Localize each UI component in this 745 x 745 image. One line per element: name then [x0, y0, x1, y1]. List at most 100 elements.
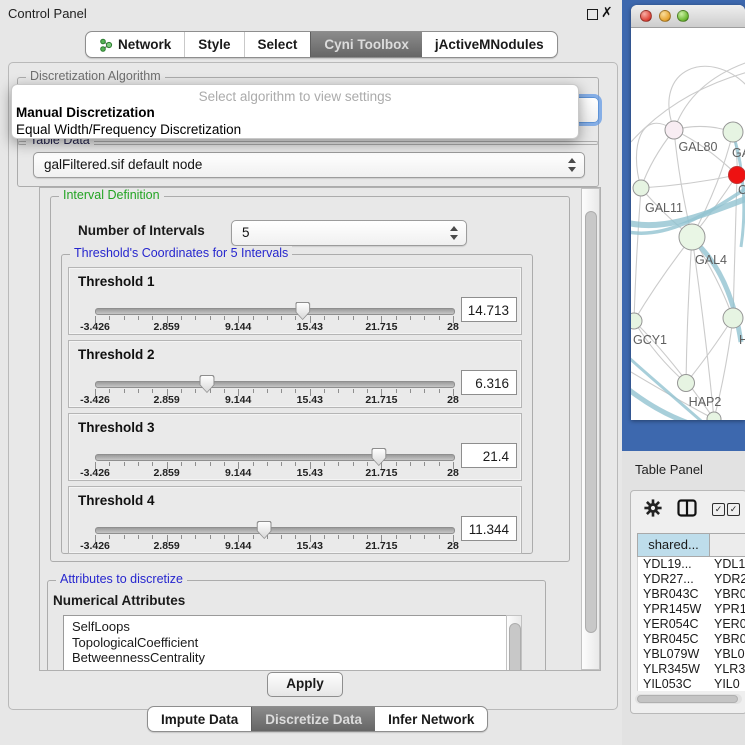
- group-title: Threshold's Coordinates for 5 Intervals: [70, 246, 292, 260]
- cell[interactable]: YPR1: [711, 602, 745, 617]
- scrollbar-thumb[interactable]: [585, 211, 597, 633]
- attributes-listbox[interactable]: SelfLoops TopologicalCoefficient Between…: [63, 615, 515, 671]
- threshold-value-field[interactable]: 21.4: [461, 443, 517, 468]
- close-traffic-light-icon[interactable]: [640, 10, 652, 22]
- cell[interactable]: YBL079W: [638, 647, 711, 662]
- table-row[interactable]: YLR345WYLR3: [638, 662, 745, 677]
- tick-mark: [253, 535, 254, 539]
- apply-button[interactable]: Apply: [267, 672, 343, 697]
- node-partial-top[interactable]: [723, 122, 743, 142]
- tab-label: Discretize Data: [265, 712, 362, 727]
- node-gal4[interactable]: [679, 224, 705, 250]
- dropdown-option-manual-discretization[interactable]: Manual Discretization: [12, 104, 578, 121]
- scrollbar-thumb[interactable]: [637, 695, 738, 703]
- threshold-slider[interactable]: [95, 527, 455, 534]
- float-window-icon[interactable]: [587, 9, 598, 20]
- tab-jactivemnodules[interactable]: jActiveMNodules: [422, 32, 557, 57]
- node-hap2[interactable]: [678, 375, 695, 392]
- cell[interactable]: YPR145W: [638, 602, 711, 617]
- zoom-traffic-light-icon[interactable]: [677, 10, 689, 22]
- tab-label: Network: [118, 37, 171, 52]
- table-row[interactable]: YPR145WYPR1: [638, 602, 745, 617]
- table-row[interactable]: YBR043CYBR0: [638, 587, 745, 602]
- scrollbar-thumb[interactable]: [509, 623, 521, 671]
- slider-tick-label: 2.859: [153, 540, 179, 552]
- cell[interactable]: YBL0: [711, 647, 745, 662]
- cell[interactable]: YDL1: [711, 557, 745, 572]
- node-highlighted-red[interactable]: [729, 167, 745, 184]
- cell[interactable]: YLR3: [711, 662, 745, 677]
- tab-style[interactable]: Style: [184, 32, 243, 57]
- table-row[interactable]: YBR045CYBR0: [638, 632, 745, 647]
- tick-mark: [396, 389, 397, 393]
- cell[interactable]: YIL053C: [638, 677, 711, 691]
- list-item[interactable]: BetweennessCentrality: [72, 650, 514, 666]
- tick-mark: [152, 462, 153, 466]
- tab-cyni-toolbox[interactable]: Cyni Toolbox: [310, 32, 422, 57]
- list-item[interactable]: TopologicalCoefficient: [72, 635, 514, 651]
- cyni-toolbox-panel: Discretization Algorithm Select algorith…: [8, 62, 618, 710]
- table-row[interactable]: YDL19...YDL1: [638, 557, 745, 572]
- table-data-combobox[interactable]: galFiltered.sif default node: [33, 152, 585, 178]
- number-of-intervals-combobox[interactable]: 5: [231, 220, 467, 246]
- table-row[interactable]: YDR27...YDR2: [638, 572, 745, 587]
- list-scrollbar[interactable]: [506, 615, 522, 671]
- table-horizontal-scrollbar[interactable]: [635, 694, 742, 704]
- threshold-slider[interactable]: [95, 381, 455, 388]
- cell[interactable]: YBR0: [711, 587, 745, 602]
- column-header-name[interactable]: na: [709, 533, 745, 557]
- column-header-shared-name[interactable]: shared...: [637, 533, 710, 557]
- control-panel-tabbar: Network Style Select Cyni Toolbox jActiv…: [85, 31, 558, 58]
- network-canvas[interactable]: GAL80 GA C GAL11 GAL4 GCY1 H HAP2: [631, 27, 745, 420]
- network-view-window[interactable]: GAL80 GA C GAL11 GAL4 GCY1 H HAP2: [631, 5, 745, 420]
- gear-icon[interactable]: [643, 498, 663, 518]
- node-gal80[interactable]: [665, 121, 683, 139]
- threshold-label: Threshold 4: [78, 493, 155, 508]
- tab-select[interactable]: Select: [244, 32, 311, 57]
- node-bottom-partial[interactable]: [707, 412, 721, 420]
- slider-tick-label: 9.144: [225, 540, 251, 552]
- threshold-value-field[interactable]: 6.316: [461, 370, 517, 395]
- checkbox-icon[interactable]: ✓: [712, 503, 725, 516]
- tab-infer-network[interactable]: Infer Network: [375, 707, 487, 731]
- cell[interactable]: YDR2: [711, 572, 745, 587]
- cell[interactable]: YDL19...: [638, 557, 711, 572]
- cell[interactable]: YBR045C: [638, 632, 711, 647]
- table-row[interactable]: YER054CYER0: [638, 617, 745, 632]
- node-gal11[interactable]: [633, 180, 649, 196]
- cell[interactable]: YLR345W: [638, 662, 711, 677]
- tick-mark: [195, 316, 196, 320]
- tick-mark: [138, 316, 139, 320]
- settings-scrollbar[interactable]: [581, 188, 600, 670]
- tab-impute-data[interactable]: Impute Data: [148, 707, 251, 731]
- threshold-slider[interactable]: [95, 454, 455, 461]
- tab-network[interactable]: Network: [86, 32, 184, 57]
- tick-mark: [210, 535, 211, 539]
- threshold-value-field[interactable]: 11.344: [461, 516, 517, 541]
- network-window-titlebar[interactable]: [631, 5, 745, 28]
- threshold-panel: Threshold 3 -3.4262.8599.14415.4321.7152…: [68, 413, 522, 481]
- table-row[interactable]: YIL053CYIL0: [638, 677, 745, 691]
- cell[interactable]: YDR27...: [638, 572, 711, 587]
- threshold-value-field[interactable]: 14.713: [461, 297, 517, 322]
- cell[interactable]: YBR0: [711, 632, 745, 647]
- table-row[interactable]: YBL079WYBL0: [638, 647, 745, 662]
- dropdown-option-equal-width-frequency[interactable]: Equal Width/Frequency Discretization: [12, 121, 578, 138]
- tick-mark: [224, 389, 225, 393]
- node-partial-right[interactable]: [723, 308, 743, 328]
- cell[interactable]: YER0: [711, 617, 745, 632]
- tab-discretize-data[interactable]: Discretize Data: [251, 707, 375, 731]
- cell[interactable]: YBR043C: [638, 587, 711, 602]
- cell[interactable]: YIL0: [711, 677, 740, 691]
- checkbox-icon[interactable]: ✓: [727, 503, 740, 516]
- threshold-slider[interactable]: [95, 308, 455, 315]
- node-gcy1[interactable]: [631, 313, 642, 329]
- tick-mark: [410, 462, 411, 466]
- cell[interactable]: YER054C: [638, 617, 711, 632]
- list-item[interactable]: SelfLoops: [72, 619, 514, 635]
- slider-tick-label: 9.144: [225, 467, 251, 479]
- split-columns-icon[interactable]: [677, 499, 697, 517]
- tick-mark: [210, 316, 211, 320]
- minimize-traffic-light-icon[interactable]: [659, 10, 671, 22]
- close-icon[interactable]: ✗: [601, 4, 613, 21]
